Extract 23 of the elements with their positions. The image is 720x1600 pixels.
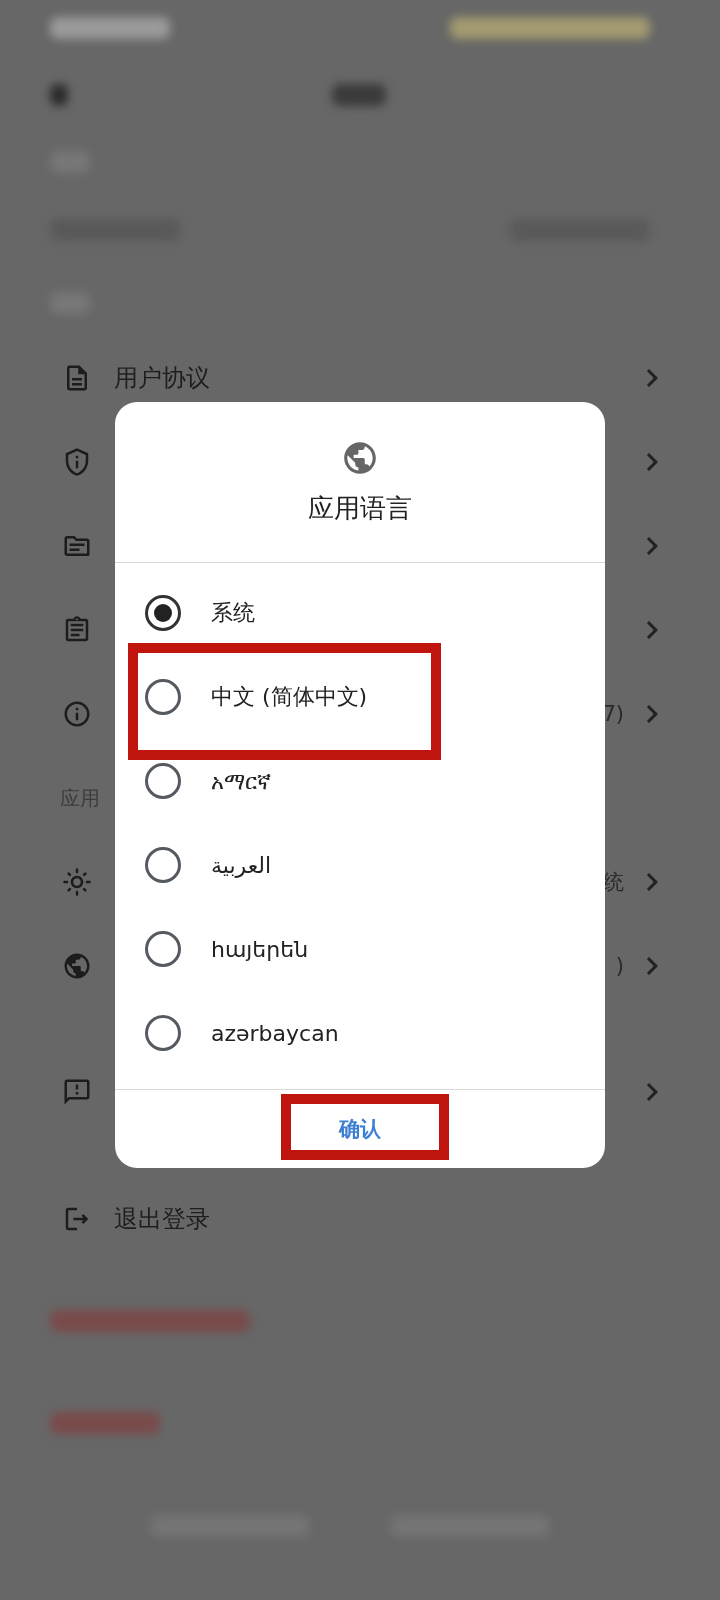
globe-icon	[62, 951, 92, 981]
radio-button[interactable]	[145, 931, 181, 967]
radio-button[interactable]	[145, 679, 181, 715]
radio-button[interactable]	[145, 763, 181, 799]
sun-icon	[62, 867, 92, 897]
confirm-button[interactable]: 确认	[319, 1109, 401, 1149]
radio-button[interactable]	[145, 1015, 181, 1051]
blurred-icon	[50, 84, 68, 106]
row-value: 7)	[602, 702, 624, 726]
language-option[interactable]: հայերեն	[211, 936, 309, 962]
language-option[interactable]: azərbaycan	[211, 1020, 339, 1046]
language-option[interactable]: العربية	[211, 852, 272, 878]
language-option[interactable]: 中文 (简体中文)	[211, 682, 368, 712]
language-option[interactable]: አማርኛ	[211, 768, 271, 794]
feedback-icon	[62, 1077, 92, 1107]
info-icon	[62, 699, 92, 729]
row-label: 用户协议	[114, 363, 211, 394]
radio-button[interactable]	[145, 847, 181, 883]
row-value: )	[615, 954, 624, 978]
language-option[interactable]: 系统	[211, 598, 255, 628]
dialog-title: 应用语言	[308, 491, 412, 525]
blurred-title	[332, 84, 386, 106]
radio-button[interactable]	[145, 595, 181, 631]
